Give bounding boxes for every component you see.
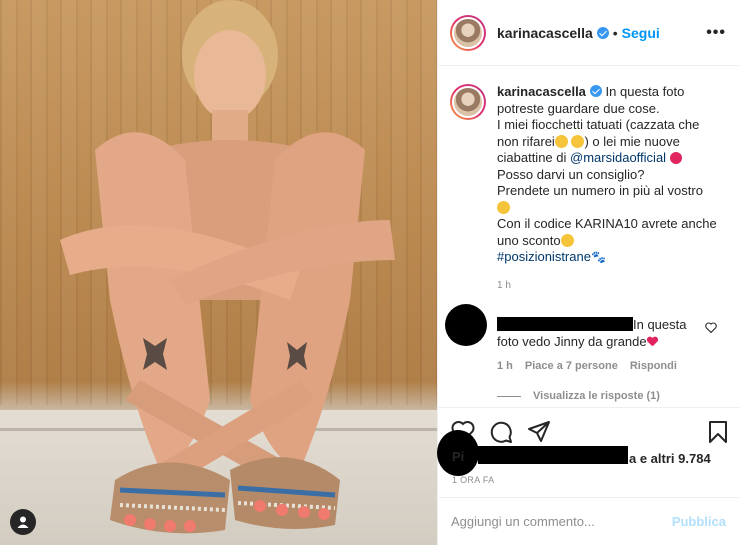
caption-line: I miei fiocchetti tatuati (cazzata che xyxy=(497,117,700,132)
likes-prefix: Pi xyxy=(452,449,465,464)
caption-line: ) o lei mie nuove xyxy=(584,133,680,149)
caption-time[interactable]: 1 h xyxy=(497,280,511,291)
post-photo[interactable] xyxy=(0,0,437,545)
verified-badge-icon xyxy=(596,26,609,39)
add-comment-bar: Pubblica xyxy=(437,497,740,545)
caption-line: Con il codice KARINA10 avrete anche xyxy=(497,216,717,231)
caption-text: karinacascella In questa foto potreste g… xyxy=(497,84,717,266)
replies-divider xyxy=(497,395,521,397)
comment-likes[interactable]: Piace a 7 persone xyxy=(525,360,618,372)
comment-meta: 1 h Piace a 7 persone Rispondi xyxy=(497,360,689,372)
share-paper-plane-icon[interactable] xyxy=(527,420,551,444)
comment-like-heart-icon[interactable] xyxy=(705,322,717,333)
comment-bubble-icon[interactable] xyxy=(489,420,513,444)
verified-badge-icon xyxy=(589,85,602,97)
caption-avatar[interactable] xyxy=(450,84,486,120)
view-replies-button[interactable]: Visualizza le risposte (1) xyxy=(497,390,660,402)
likes-username-redacted[interactable] xyxy=(478,446,628,464)
view-replies-label: Visualizza le risposte (1) xyxy=(533,390,660,402)
header-username[interactable]: karinacascella xyxy=(497,25,593,41)
post-caption: karinacascella In questa foto potreste g… xyxy=(450,84,732,266)
comment-input[interactable] xyxy=(451,514,672,529)
comment-avatar-redacted[interactable] xyxy=(445,304,487,346)
comment-text-a: In questa xyxy=(633,317,687,332)
reply-button[interactable]: Rispondi xyxy=(630,360,677,372)
follow-button[interactable]: Segui xyxy=(622,25,660,41)
caption-line: In questa foto xyxy=(605,84,685,99)
caption-line: uno sconto xyxy=(497,232,561,248)
comment-text-b: foto vedo Jinny da grande xyxy=(497,334,647,349)
comment-time[interactable]: 1 h xyxy=(497,360,513,372)
publish-button[interactable]: Pubblica xyxy=(672,514,726,529)
caption-line: Posso darvi un consiglio? xyxy=(497,166,645,182)
separator-dot: • xyxy=(612,24,618,41)
mention-link[interactable]: @marsidaofficial xyxy=(570,150,666,165)
tagged-user-icon[interactable] xyxy=(10,509,36,535)
save-bookmark-icon[interactable] xyxy=(708,420,728,444)
red-heart-emoji-icon xyxy=(647,337,658,347)
likes-count[interactable]: a e altri 9.784 xyxy=(629,451,711,466)
heart-eyes-emoji-icon xyxy=(669,152,682,164)
post-header: karinacascella • Segui ••• xyxy=(438,0,740,66)
laughing-emoji-icon xyxy=(571,134,585,148)
comment-username-redacted[interactable] xyxy=(497,317,633,331)
caption-line: non rifarei xyxy=(497,133,555,149)
caption-username[interactable]: karinacascella xyxy=(497,84,586,99)
grinning-sweat-emoji-icon xyxy=(554,134,568,148)
post-time[interactable]: 1 ORA FA xyxy=(452,475,494,485)
caption-line: Prendete un numero in più al vostro xyxy=(497,183,703,198)
paw-prints-icon: 🐾 xyxy=(590,250,606,264)
smirk-emoji-icon xyxy=(560,233,574,247)
woman-sitting-illustration xyxy=(60,0,395,534)
comment-text: In questa foto vedo Jinny da grande xyxy=(497,316,697,350)
more-options-icon[interactable]: ••• xyxy=(706,24,726,42)
relieved-emoji-icon xyxy=(497,200,510,214)
caption-line: ciabattine di xyxy=(497,150,567,165)
hashtag-link[interactable]: #posizionistrane xyxy=(497,249,591,264)
caption-line: potreste guardare due cose. xyxy=(497,100,660,116)
instagram-post: karinacascella • Segui ••• karinacascell… xyxy=(0,0,740,545)
avatar[interactable] xyxy=(450,14,486,51)
